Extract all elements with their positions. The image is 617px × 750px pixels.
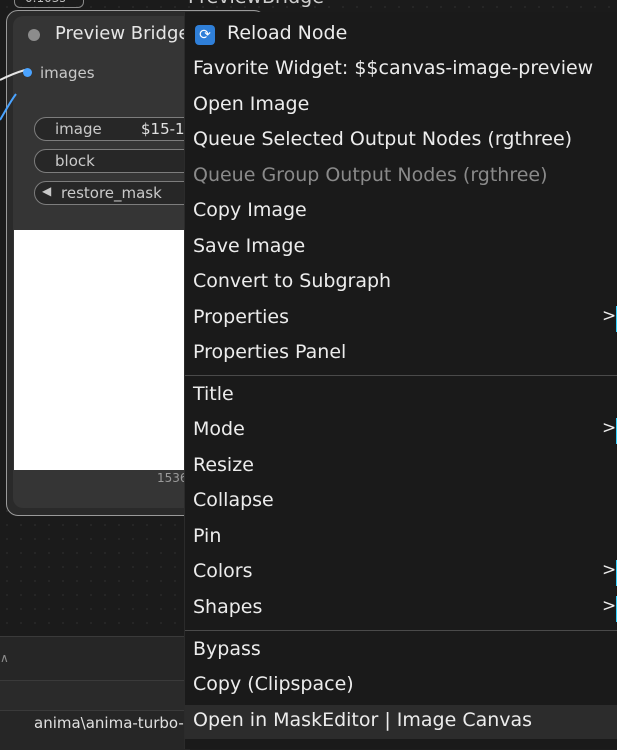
menu-item-properties-panel[interactable]: Properties Panel (193, 341, 346, 363)
context-menu: ⟳ Reload Node Favorite Widget: $$canvas-… (184, 12, 617, 749)
menu-item-queue-selected[interactable]: Queue Selected Output Nodes (rgthree) (193, 128, 572, 150)
restore-mask-label: restore_mask (61, 184, 162, 202)
model-path-text: anima\anima-turbo- (34, 714, 184, 732)
menu-item-open-maskeditor[interactable]: Open in MaskEditor | Image Canvas (193, 709, 532, 731)
image-dimensions: 1536 (157, 471, 188, 485)
menu-item-save-image[interactable]: Save Image (193, 235, 305, 257)
submenu-arrow-icon: > (602, 418, 617, 438)
menu-item-properties[interactable]: Properties (193, 306, 289, 328)
menu-item-reload-node[interactable]: Reload Node (227, 22, 347, 44)
menu-item-favorite-widget[interactable]: Favorite Widget: $$canvas-image-preview (193, 57, 593, 79)
menu-item-bypass[interactable]: Bypass (193, 638, 261, 660)
menu-item-title[interactable]: Title (193, 383, 234, 405)
menu-item-shapes[interactable]: Shapes (193, 596, 262, 618)
image-widget-label: image (55, 120, 102, 138)
decrement-arrow-icon[interactable]: ◀ (42, 184, 51, 198)
menu-item-queue-group: Queue Group Output Nodes (rgthree) (193, 164, 548, 186)
menu-item-open-image[interactable]: Open Image (193, 93, 309, 115)
menu-item-colors[interactable]: Colors (193, 560, 253, 582)
menu-item-collapse[interactable]: Collapse (193, 489, 274, 511)
menu-item-copy-clipspace[interactable]: Copy (Clipspace) (193, 673, 354, 695)
bottom-panel-header (0, 636, 190, 681)
submenu-arrow-icon: > (602, 596, 617, 616)
images-input-label: images (40, 64, 95, 82)
menu-item-pin[interactable]: Pin (193, 525, 221, 547)
menu-item-resize[interactable]: Resize (193, 454, 254, 476)
block-widget-label: block (55, 152, 95, 170)
images-input-slot-icon[interactable] (23, 68, 32, 77)
menu-item-mode[interactable]: Mode (193, 418, 245, 440)
node-header-title: PreviewBridge (188, 0, 324, 8)
menu-separator (185, 375, 617, 376)
menu-separator (185, 630, 617, 631)
node-title: Preview Bridge (55, 23, 190, 44)
collapse-dot-icon[interactable] (28, 29, 40, 41)
menu-item-copy-image[interactable]: Copy Image (193, 199, 307, 221)
submenu-arrow-icon: > (602, 306, 617, 326)
menu-item-convert-subgraph[interactable]: Convert to Subgraph (193, 270, 391, 292)
bottom-panel-row (0, 680, 190, 711)
caret-icon: ∧ (0, 651, 9, 665)
execution-time-badge: 0.103s (14, 0, 84, 8)
image-preview[interactable] (14, 230, 194, 470)
reload-icon: ⟳ (195, 25, 215, 45)
submenu-arrow-icon: > (602, 560, 617, 580)
